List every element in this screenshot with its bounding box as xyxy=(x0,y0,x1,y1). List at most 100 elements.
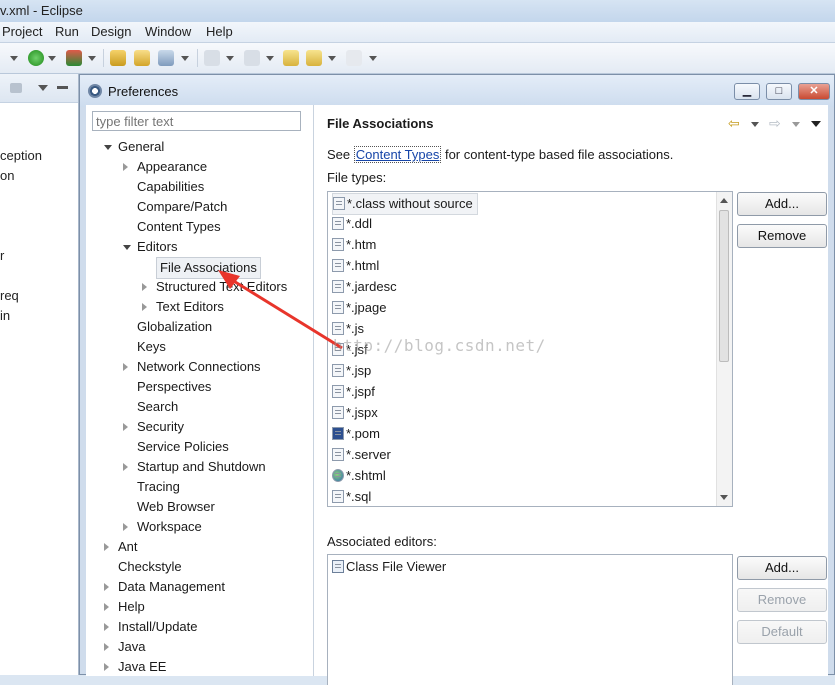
tree-item-label: Tracing xyxy=(137,479,180,494)
dialog-maximize-button[interactable]: □ xyxy=(766,83,792,100)
back-arrow-icon[interactable]: ⇦ xyxy=(728,115,740,132)
collapsed-twistie-icon[interactable] xyxy=(104,543,109,551)
file-type-label: *.class without source xyxy=(347,196,473,211)
last-edit-icon[interactable] xyxy=(283,50,299,66)
content-types-link[interactable]: Content Types xyxy=(353,146,442,163)
minimize-icon[interactable] xyxy=(57,86,68,89)
toolbar-dropdown-icon[interactable] xyxy=(10,56,18,61)
list-item[interactable]: *.jpage xyxy=(332,298,386,318)
run-dropdown-icon[interactable] xyxy=(48,56,56,61)
tree-item-label: Checkstyle xyxy=(118,559,182,574)
class-file-icon xyxy=(332,560,344,573)
toolbar-separator xyxy=(103,49,104,67)
list-item[interactable]: *.jsp xyxy=(332,361,371,381)
list-item[interactable]: *.pom xyxy=(332,424,380,444)
list-item[interactable]: *.htm xyxy=(332,235,376,255)
expanded-twistie-icon[interactable] xyxy=(104,145,112,150)
file-types-add-button[interactable]: Add... xyxy=(737,192,827,216)
collapsed-twistie-icon[interactable] xyxy=(123,463,128,471)
jpage-file-icon xyxy=(332,301,344,314)
forward-arrow-icon[interactable]: ⇨ xyxy=(769,115,781,132)
expanded-twistie-icon[interactable] xyxy=(123,245,131,250)
htm-file-icon xyxy=(332,238,344,251)
debug-run-icon[interactable] xyxy=(66,50,82,66)
menu-run[interactable]: Run xyxy=(55,24,79,39)
view-dropdown-icon[interactable] xyxy=(38,85,48,91)
associated-editors-list[interactable]: Class File Viewer xyxy=(327,554,733,685)
file-type-label: *.sql xyxy=(346,489,372,504)
scroll-thumb[interactable] xyxy=(719,210,729,362)
menu-design[interactable]: Design xyxy=(91,24,131,39)
list-item[interactable]: *.shtml xyxy=(332,466,386,486)
tree-item-label: Search xyxy=(137,399,179,414)
open-folder-icon[interactable] xyxy=(134,50,150,66)
tree-item-label: Appearance xyxy=(137,159,208,174)
next-annotation-icon[interactable] xyxy=(204,50,220,66)
forward-history-dropdown-icon[interactable] xyxy=(792,122,800,127)
desc-prefix: See xyxy=(327,147,354,162)
editors-default-button[interactable]: Default xyxy=(737,620,827,644)
back-history-dropdown-icon[interactable] xyxy=(751,122,759,127)
view-menu-icon[interactable] xyxy=(10,83,22,93)
wand-icon[interactable] xyxy=(158,50,174,66)
list-item[interactable]: *.ddl xyxy=(332,214,372,234)
forward-dropdown-icon[interactable] xyxy=(369,56,377,61)
collapsed-twistie-icon[interactable] xyxy=(123,523,128,531)
dialog-title-bar[interactable]: Preferences ▁ □ ✕ xyxy=(80,75,834,107)
main-toolbar xyxy=(0,43,835,74)
prev-annotation-icon[interactable] xyxy=(244,50,260,66)
collapsed-twistie-icon[interactable] xyxy=(104,583,109,591)
dialog-title: Preferences xyxy=(108,84,179,99)
editor-label: Class File Viewer xyxy=(346,559,447,574)
file-types-remove-button[interactable]: Remove xyxy=(737,224,827,248)
collapsed-twistie-icon[interactable] xyxy=(104,643,109,651)
collapsed-twistie-icon[interactable] xyxy=(123,363,128,371)
collapsed-twistie-icon[interactable] xyxy=(104,663,109,671)
scroll-up-arrow-icon[interactable] xyxy=(720,198,728,203)
collapsed-twistie-icon[interactable] xyxy=(142,283,147,291)
menu-project[interactable]: Project xyxy=(2,24,42,39)
collapsed-twistie-icon[interactable] xyxy=(123,423,128,431)
file-type-label: *.js xyxy=(346,321,365,336)
forward-arrow-icon[interactable] xyxy=(346,50,362,66)
list-item[interactable]: *.class without source xyxy=(332,193,478,215)
collapsed-twistie-icon[interactable] xyxy=(104,623,109,631)
prev-annotation-dropdown-icon[interactable] xyxy=(266,56,274,61)
menu-bar: Project Run Design Window Help xyxy=(0,22,835,43)
back-arrow-icon[interactable] xyxy=(306,50,322,66)
next-annotation-dropdown-icon[interactable] xyxy=(226,56,234,61)
editors-add-button[interactable]: Add... xyxy=(737,556,827,580)
collapsed-twistie-icon[interactable] xyxy=(123,163,128,171)
file-type-label: *.html xyxy=(346,258,380,273)
jspf-file-icon xyxy=(332,385,344,398)
run-icon[interactable] xyxy=(28,50,44,66)
tree-item-label: Java EE xyxy=(118,659,167,674)
list-item[interactable]: *.jspx xyxy=(332,403,378,423)
debug-dropdown-icon[interactable] xyxy=(88,56,96,61)
file-types-scrollbar[interactable] xyxy=(716,192,732,506)
file-type-label: *.jspf xyxy=(346,384,375,399)
left-view-text: ception xyxy=(0,148,42,163)
menu-help[interactable]: Help xyxy=(206,24,233,39)
view-menu-icon[interactable] xyxy=(811,121,821,127)
scroll-down-arrow-icon[interactable] xyxy=(720,495,728,500)
filter-input[interactable] xyxy=(92,111,301,131)
list-item[interactable]: *.jspf xyxy=(332,382,375,402)
list-item[interactable]: *.jardesc xyxy=(332,277,397,297)
wand-dropdown-icon[interactable] xyxy=(181,56,189,61)
new-project-icon[interactable] xyxy=(110,50,126,66)
list-item[interactable]: *.server xyxy=(332,445,391,465)
collapsed-twistie-icon[interactable] xyxy=(104,603,109,611)
collapsed-twistie-icon[interactable] xyxy=(142,303,147,311)
editors-remove-button[interactable]: Remove xyxy=(737,588,827,612)
js-file-icon xyxy=(332,322,344,335)
dialog-minimize-button[interactable]: ▁ xyxy=(734,83,760,100)
list-item[interactable]: *.sql xyxy=(332,487,372,506)
back-dropdown-icon[interactable] xyxy=(328,56,336,61)
list-item[interactable]: Class File Viewer xyxy=(332,557,446,577)
list-item[interactable]: *.html xyxy=(332,256,379,276)
menu-window[interactable]: Window xyxy=(145,24,191,39)
dialog-close-button[interactable]: ✕ xyxy=(798,83,830,100)
preference-tree-pane: General Appearance Capabilities Compare/Pat… xyxy=(86,105,314,676)
tree-item-label: Ant xyxy=(118,539,138,554)
